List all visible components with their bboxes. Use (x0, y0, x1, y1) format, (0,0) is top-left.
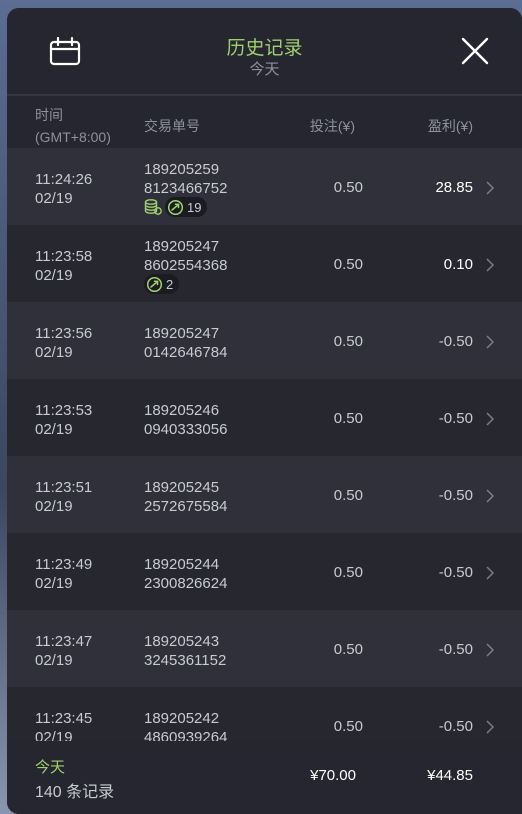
order-number-line1: 189205245 (144, 479, 220, 496)
order-column-header: 交易单号 (144, 118, 200, 134)
row-profit: -0.50 (438, 641, 473, 658)
spin-icon (167, 199, 184, 215)
row-bet: 0.50 (333, 410, 363, 427)
row-time: 11:23:58 (35, 248, 93, 265)
history-row[interactable]: 11:23:47 02/19 189205243 3245361152 0.50… (7, 610, 522, 687)
history-row[interactable]: 11:24:26 02/19 189205259 8123466752 19 0… (7, 148, 522, 225)
row-date: 02/19 (35, 575, 73, 592)
row-date: 02/19 (35, 421, 73, 438)
row-profit: 28.85 (435, 179, 473, 196)
chevron-right-icon (486, 566, 495, 580)
total-bet: ¥70.00 (310, 767, 356, 784)
record-count: 140 条记录 (35, 784, 115, 801)
row-profit: -0.50 (438, 718, 473, 735)
row-date: 02/19 (35, 652, 73, 669)
row-bet: 0.50 (333, 179, 363, 196)
history-panel: 历史记录 今天 时间 (GMT+8:00) 交易单号 投注(¥) 盈利(¥) 1… (7, 8, 522, 814)
badge-count: 2 (166, 276, 174, 292)
history-row[interactable]: 11:23:45 02/19 189205242 4860939264 0.50… (7, 687, 522, 741)
order-number-line2: 8123466752 (144, 180, 228, 197)
row-profit: -0.50 (438, 333, 473, 350)
row-profit: -0.50 (438, 487, 473, 504)
chevron-right-icon (486, 181, 495, 195)
row-profit: 0.10 (443, 256, 473, 273)
order-number-line2: 8602554368 (144, 257, 228, 274)
chevron-right-icon (486, 643, 495, 657)
order-number-line2: 0940333056 (144, 421, 228, 438)
summary-period: 今天 (35, 759, 66, 776)
row-time: 11:23:47 (35, 633, 93, 650)
close-icon[interactable] (459, 35, 491, 67)
header: 历史记录 今天 (7, 8, 522, 96)
column-header: 时间 (GMT+8:00) 交易单号 投注(¥) 盈利(¥) (7, 98, 522, 148)
profit-column-header: 盈利(¥) (427, 118, 473, 134)
row-time: 11:23:45 (35, 710, 93, 727)
row-date: 02/19 (35, 344, 73, 361)
row-time: 11:23:53 (35, 402, 93, 419)
row-time: 11:23:56 (35, 325, 93, 342)
row-profit: -0.50 (438, 564, 473, 581)
free-spin-badge: 2 (144, 274, 180, 294)
history-row[interactable]: 11:23:49 02/19 189205244 2300826624 0.50… (7, 533, 522, 610)
page-title: 历史记录 (226, 38, 303, 59)
total-profit: ¥44.85 (427, 767, 473, 784)
order-number-line2: 3245361152 (144, 652, 227, 669)
row-bet: 0.50 (333, 333, 363, 350)
time-column-header: 时间 (GMT+8:00) (35, 107, 111, 145)
row-bet: 0.50 (333, 564, 363, 581)
history-list[interactable]: 11:24:26 02/19 189205259 8123466752 19 0… (7, 148, 522, 741)
order-number-line2: 0142646784 (144, 344, 228, 361)
history-row[interactable]: 11:23:51 02/19 189205245 2572675584 0.50… (7, 456, 522, 533)
row-bet: 0.50 (333, 718, 363, 735)
row-date: 02/19 (35, 190, 73, 207)
free-spin-badge: 19 (165, 197, 208, 217)
chevron-right-icon (486, 258, 495, 272)
row-bet: 0.50 (333, 487, 363, 504)
chevron-right-icon (486, 489, 495, 503)
row-badges: 2 (144, 274, 180, 294)
spin-icon (146, 276, 163, 292)
row-date: 02/19 (35, 267, 73, 284)
row-date: 02/19 (35, 498, 73, 515)
row-time: 11:23:51 (35, 479, 93, 496)
order-number-line1: 189205243 (144, 633, 220, 650)
order-number-line1: 189205242 (144, 710, 220, 727)
row-badges: 19 (144, 197, 208, 217)
order-number-line2: 2300826624 (144, 575, 228, 592)
order-number-line2: 2572675584 (144, 498, 228, 515)
row-bet: 0.50 (333, 256, 363, 273)
row-time: 11:23:49 (35, 556, 93, 573)
order-number-line1: 189205246 (144, 402, 220, 419)
coins-icon (144, 199, 162, 215)
row-bet: 0.50 (333, 641, 363, 658)
page-subtitle: 今天 (249, 61, 280, 78)
row-date: 02/19 (35, 729, 73, 741)
chevron-right-icon (486, 335, 495, 349)
order-number-line1: 189205247 (144, 238, 220, 255)
row-profit: -0.50 (438, 410, 473, 427)
order-number-line1: 189205259 (144, 161, 220, 178)
bet-column-header: 投注(¥) (309, 118, 355, 134)
history-row[interactable]: 11:23:53 02/19 189205246 0940333056 0.50… (7, 379, 522, 456)
chevron-right-icon (486, 720, 495, 734)
row-time: 11:24:26 (35, 171, 93, 188)
history-row[interactable]: 11:23:58 02/19 189205247 8602554368 2 0.… (7, 225, 522, 302)
order-number-line1: 189205244 (144, 556, 220, 573)
order-number-line1: 189205247 (144, 325, 220, 342)
badge-count: 19 (187, 199, 202, 215)
chevron-right-icon (486, 412, 495, 426)
summary-footer: 今天 140 条记录 ¥70.00 ¥44.85 (7, 741, 522, 814)
history-row[interactable]: 11:23:56 02/19 189205247 0142646784 0.50… (7, 302, 522, 379)
order-number-line2: 4860939264 (144, 729, 228, 741)
